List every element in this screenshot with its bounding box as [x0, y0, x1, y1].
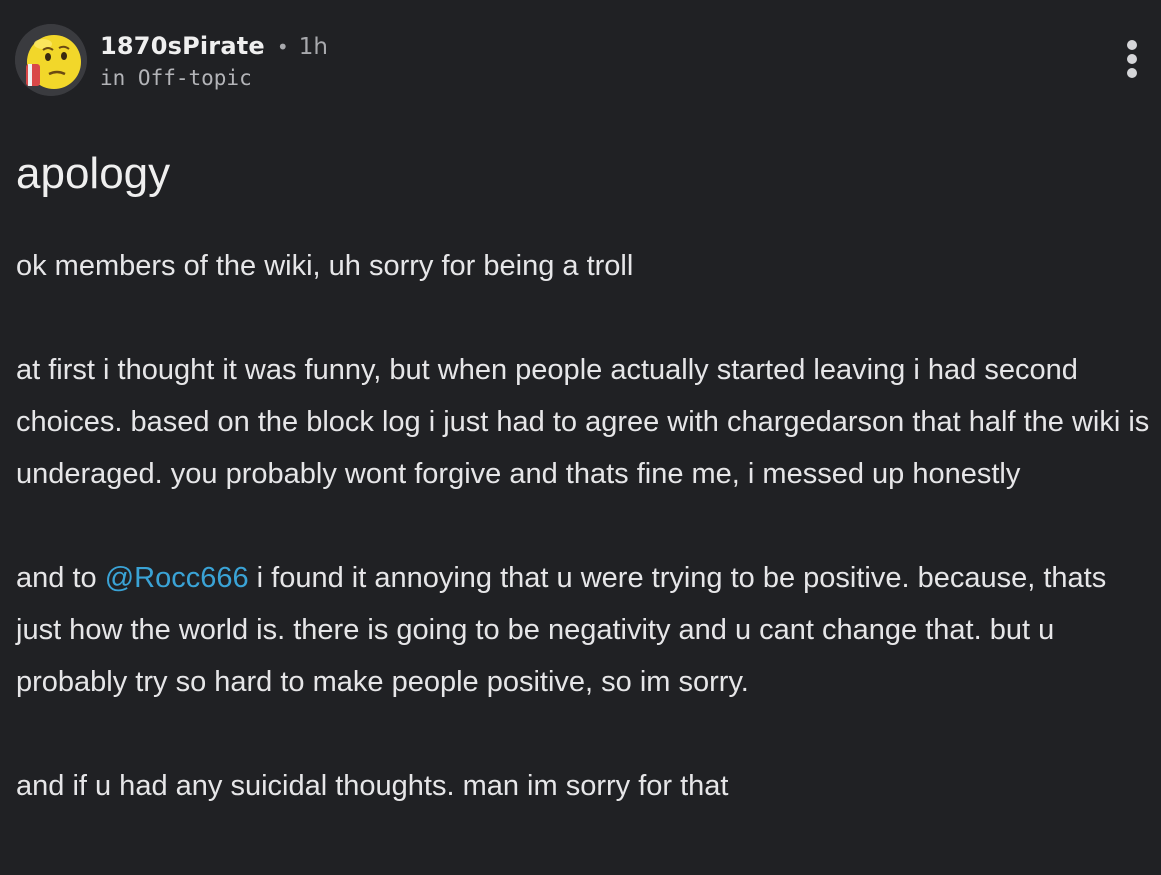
post-time: 1h: [298, 34, 328, 60]
post-paragraph: and if u had any suicidal thoughts. man …: [16, 760, 1151, 812]
post-category[interactable]: in Off-topic: [100, 63, 328, 93]
post-paragraph: ok members of the wiki, uh sorry for bei…: [16, 240, 1151, 292]
author-name[interactable]: 1870sPirate: [100, 32, 265, 60]
vertical-ellipsis-icon: [1127, 40, 1137, 50]
separator-dot: •: [276, 35, 289, 59]
paragraph-text: and to: [16, 562, 105, 594]
author-line: 1870sPirate • 1h: [100, 32, 328, 61]
user-mention-link[interactable]: @Rocc666: [105, 562, 249, 594]
avatar[interactable]: [15, 24, 87, 96]
post-paragraph: and to @Rocc666 i found it annoying that…: [16, 552, 1151, 708]
post-paragraph: at first i thought it was funny, but whe…: [16, 344, 1151, 500]
yellow-face-avatar-icon: [15, 24, 87, 96]
paragraph-text: at first i thought it was funny, but whe…: [16, 354, 1150, 490]
vertical-ellipsis-icon: [1127, 54, 1137, 64]
paragraph-text: ok members of the wiki, uh sorry for bei…: [16, 250, 634, 282]
post-header: 1870sPirate • 1h in Off-topic: [15, 24, 1146, 96]
vertical-ellipsis-icon: [1127, 68, 1137, 78]
post-meta: 1870sPirate • 1h in Off-topic: [100, 32, 328, 93]
post-title: apology: [16, 149, 171, 198]
paragraph-text: and if u had any suicidal thoughts. man …: [16, 770, 729, 802]
more-options-button[interactable]: [1120, 40, 1144, 80]
post-body: ok members of the wiki, uh sorry for bei…: [16, 240, 1151, 812]
